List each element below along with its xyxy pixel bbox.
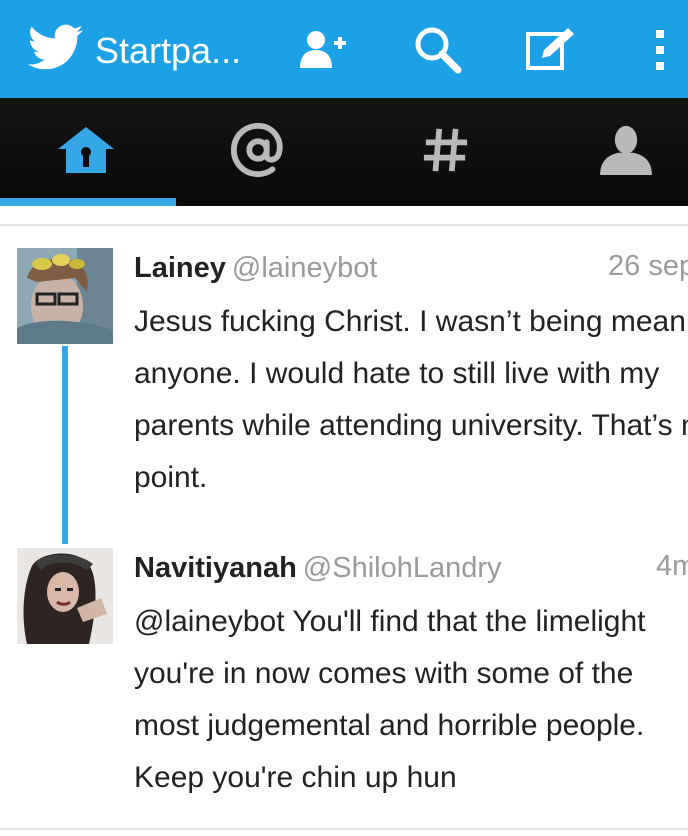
divider	[0, 828, 688, 830]
tweet-header: Lainey @laineybot	[134, 248, 377, 288]
tab-bar	[0, 98, 688, 206]
avatar[interactable]	[17, 548, 113, 644]
app-title[interactable]: Startpa...	[95, 28, 241, 74]
divider	[0, 224, 688, 226]
profile-icon	[600, 125, 652, 175]
author-name[interactable]: Lainey	[134, 252, 226, 284]
tweet-header: Navitiyanah @ShilohLandry	[134, 548, 502, 588]
add-user-icon[interactable]	[296, 24, 348, 76]
conversation-thread-line	[62, 346, 68, 544]
tweet-text: @laineybot You'll find that the limeligh…	[134, 605, 646, 794]
tweet-timestamp: 26 sep	[608, 250, 688, 282]
at-icon	[230, 122, 283, 178]
search-icon[interactable]	[412, 24, 464, 76]
tweet-timestamp: 4m	[656, 550, 688, 582]
author-name[interactable]: Navitiyanah	[134, 552, 297, 584]
compose-icon[interactable]	[524, 24, 576, 76]
author-handle[interactable]: @ShilohLandry	[303, 552, 502, 584]
tab-home[interactable]	[0, 98, 172, 206]
tab-discover[interactable]	[360, 98, 532, 206]
selected-tab-indicator	[0, 198, 176, 206]
avatar[interactable]	[17, 248, 113, 344]
author-handle[interactable]: @laineybot	[232, 252, 378, 284]
twitter-bird-icon[interactable]	[27, 24, 84, 74]
home-icon	[58, 127, 114, 173]
overflow-menu-icon[interactable]	[640, 24, 680, 76]
tab-me[interactable]	[540, 98, 688, 206]
action-bar: Startpa...	[0, 0, 688, 98]
tweet-item[interactable]: Navitiyanah @ShilohLandry 4m @laineybot Y…	[0, 546, 688, 828]
tweet-item[interactable]: Lainey @laineybot 26 sep Jesus fucking Ch…	[0, 246, 688, 546]
tab-mentions[interactable]	[172, 98, 344, 206]
tweet-text: Jesus fucking Christ. I wasn’t being mea…	[134, 305, 688, 494]
hashtag-icon	[423, 128, 468, 172]
